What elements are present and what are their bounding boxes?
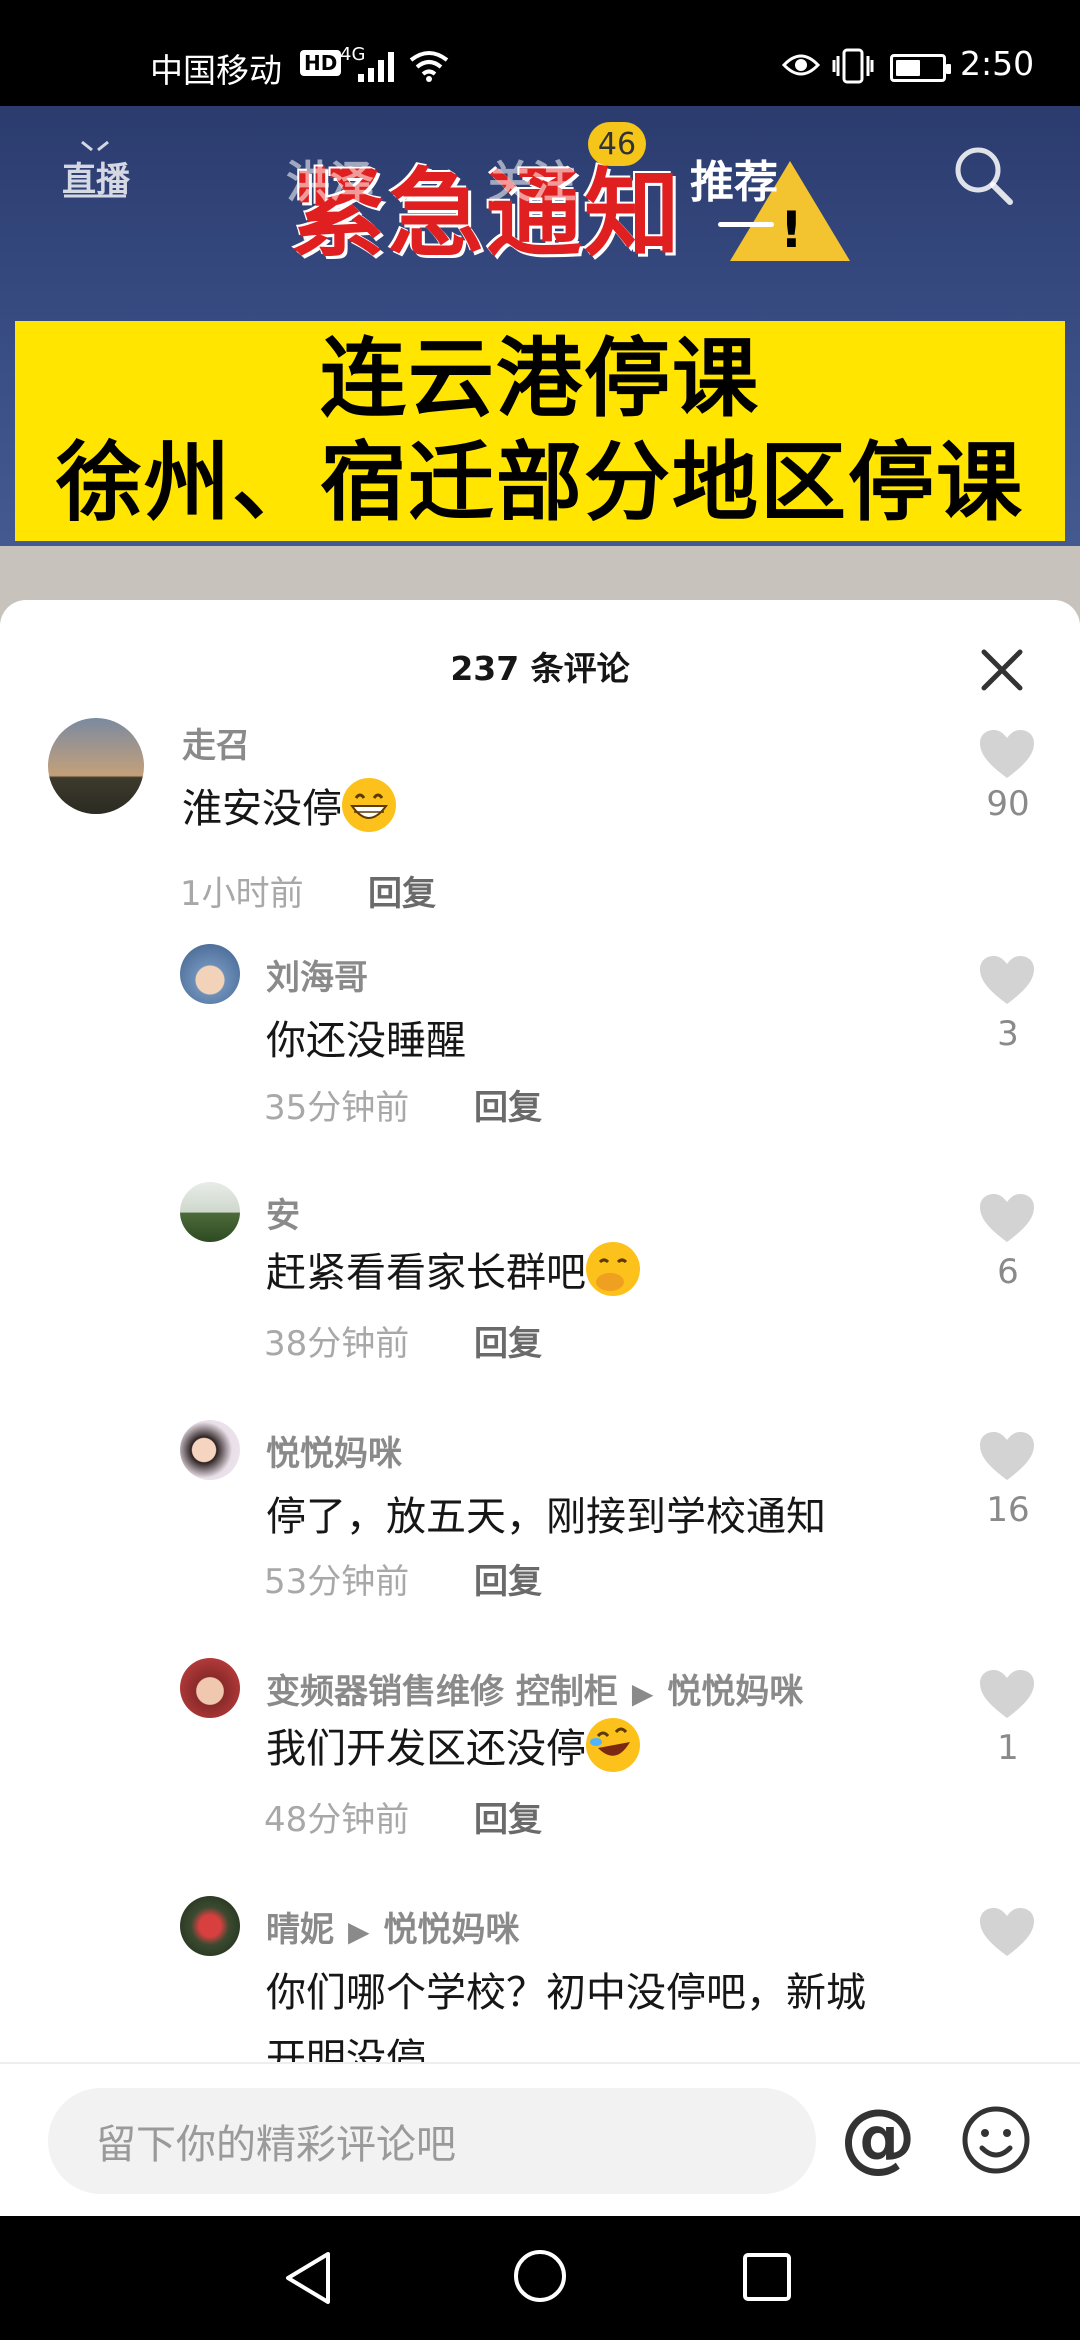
reply-item: 变频器销售维修 控制柜 ▶ 悦悦妈咪 我们开发区还没停 48分钟前 回复 1	[0, 1658, 1080, 1848]
rofl-emoji-icon	[586, 1718, 640, 1772]
vibrate-icon	[832, 48, 874, 84]
tab-following[interactable]: 关注	[488, 146, 576, 210]
comment-text: 我们开发区还没停	[266, 1716, 640, 1774]
hand-over-mouth-emoji-icon	[586, 1242, 640, 1296]
signal-icon	[358, 52, 394, 82]
like-count: 16	[986, 1490, 1030, 1530]
comment-author-name[interactable]: 晴妮	[266, 1910, 334, 1950]
avatar[interactable]	[180, 1182, 240, 1242]
tab-local[interactable]: 洪泽	[286, 146, 374, 210]
top-nav: 直播 洪泽 关注 46 推荐	[0, 106, 1080, 227]
banner-line-1: 连云港停课	[320, 329, 760, 429]
comment-text: 淮安没停	[182, 776, 396, 834]
reply-item: 安 赶紧看看家长群吧 38分钟前 回复 6	[0, 1182, 1080, 1372]
recent-apps-icon[interactable]	[742, 2252, 792, 2302]
comment-item: 走召 淮安没停 1小时前 回复 90	[0, 718, 1080, 928]
avatar[interactable]	[180, 944, 240, 1004]
reply-item: 刘海哥 你还没睡醒 35分钟前 回复 3	[0, 944, 1080, 1134]
eye-comfort-icon	[782, 54, 820, 76]
banner-line-2: 徐州、宿迁部分地区停课	[56, 433, 1024, 533]
comment-author: 晴妮 ▶ 悦悦妈咪	[266, 1902, 520, 1951]
comment-author: 变频器销售维修 控制柜 ▶ 悦悦妈咪	[266, 1664, 803, 1713]
comment-time: 38分钟前	[264, 1324, 410, 1364]
reply-button[interactable]: 回复	[474, 1792, 542, 1841]
comment-author[interactable]: 安	[266, 1188, 300, 1237]
like-count: 1	[997, 1728, 1019, 1768]
comment-time: 35分钟前	[264, 1088, 410, 1128]
mention-icon[interactable]: @	[840, 2092, 916, 2181]
tab-recommended[interactable]: 推荐	[690, 146, 778, 210]
reply-button[interactable]: 回复	[474, 1316, 542, 1365]
carrier-name: 中国移动	[150, 51, 282, 90]
video-banner: 连云港停课 徐州、宿迁部分地区停课	[15, 321, 1065, 541]
comments-sheet: 237 条评论 走召 淮安没停 1小时前 回复 90 刘海哥 你还没睡醒 35分…	[0, 600, 1080, 2216]
comment-time: 53分钟前	[264, 1562, 410, 1602]
reply-to-name[interactable]: 悦悦妈咪	[384, 1910, 520, 1950]
reply-button[interactable]: 回复	[474, 1554, 542, 1603]
close-icon[interactable]	[980, 648, 1024, 692]
reply-button[interactable]: 回复	[368, 866, 436, 915]
comment-input-bar: 留下你的精彩评论吧 @	[0, 2062, 1080, 2216]
search-icon[interactable]	[950, 142, 1016, 208]
comment-input[interactable]: 留下你的精彩评论吧	[48, 2088, 816, 2194]
like-count: 90	[986, 784, 1030, 824]
like-heart-icon[interactable]	[978, 728, 1036, 780]
comment-time: 48分钟前	[264, 1800, 410, 1840]
comment-text: 停了，放五天，刚接到学校通知	[266, 1494, 826, 1540]
like-count: 3	[997, 1014, 1019, 1054]
live-button[interactable]: 直播	[62, 152, 130, 201]
reply-arrow-icon: ▶	[348, 1915, 370, 1948]
like-heart-icon[interactable]	[978, 1668, 1036, 1720]
like-heart-icon[interactable]	[978, 1906, 1036, 1958]
clock: 2:50	[960, 44, 1035, 83]
like-count: 6	[997, 1252, 1019, 1292]
reply-button[interactable]: 回复	[474, 1080, 542, 1129]
comment-author-name[interactable]: 变频器销售维修 控制柜	[266, 1672, 618, 1712]
like-heart-icon[interactable]	[978, 954, 1036, 1006]
avatar[interactable]	[48, 718, 144, 814]
comment-time: 1小时前	[180, 874, 304, 914]
following-badge: 46	[588, 122, 646, 166]
reply-item: 悦悦妈咪 停了，放五天，刚接到学校通知 53分钟前 回复 16	[0, 1420, 1080, 1610]
avatar[interactable]	[180, 1896, 240, 1956]
active-tab-indicator	[718, 222, 774, 227]
emoji-picker-icon[interactable]	[960, 2104, 1032, 2176]
hd-badge: HD	[300, 50, 342, 76]
battery-icon	[890, 54, 951, 82]
status-bar: 中国移动 HD 4G 2:50	[0, 0, 1080, 106]
system-nav-bar	[0, 2216, 1080, 2340]
comment-text: 赶紧看看家长群吧	[266, 1240, 640, 1298]
wifi-icon	[409, 51, 449, 82]
comment-text: 你还没睡醒	[266, 1018, 466, 1064]
home-icon[interactable]	[512, 2248, 568, 2304]
back-icon[interactable]	[282, 2250, 334, 2306]
comment-author[interactable]: 走召	[182, 718, 250, 767]
reply-arrow-icon: ▶	[631, 1677, 654, 1710]
avatar[interactable]	[180, 1658, 240, 1718]
reply-to-name[interactable]: 悦悦妈咪	[667, 1672, 803, 1712]
like-heart-icon[interactable]	[978, 1192, 1036, 1244]
comment-author[interactable]: 悦悦妈咪	[266, 1426, 402, 1475]
avatar[interactable]	[180, 1420, 240, 1480]
comments-count-title: 237 条评论	[450, 649, 630, 688]
comment-author[interactable]: 刘海哥	[266, 950, 368, 999]
grin-emoji-icon	[342, 778, 396, 832]
comment-text: 你们哪个学校？初中没停吧，新城	[266, 1970, 866, 2016]
like-heart-icon[interactable]	[978, 1430, 1036, 1482]
